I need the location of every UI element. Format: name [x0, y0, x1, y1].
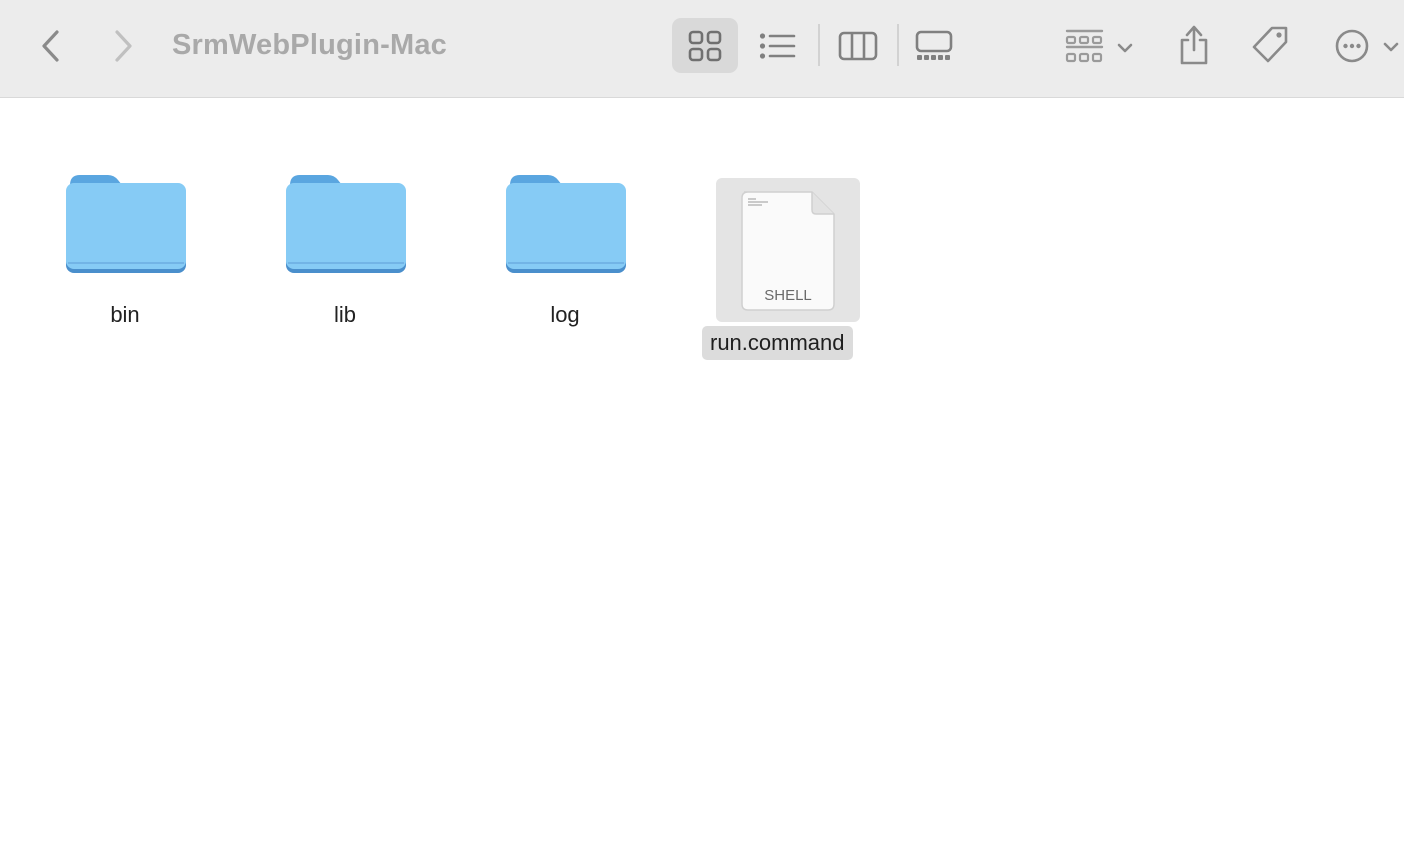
group-grid-icon — [1065, 29, 1133, 63]
chevron-down-icon — [1117, 43, 1133, 53]
window-title: SrmWebPlugin-Mac — [172, 29, 447, 61]
columns-icon — [838, 31, 878, 61]
item-label: run.command — [702, 326, 853, 360]
forward-button[interactable] — [102, 26, 144, 66]
item-label: bin — [110, 302, 140, 327]
gallery-view-button[interactable] — [910, 22, 958, 70]
item-label: lib — [333, 302, 356, 327]
item-label: log — [550, 302, 580, 327]
list-view-button[interactable] — [752, 22, 804, 70]
chevron-left-icon — [42, 30, 59, 62]
list-icon — [759, 33, 796, 59]
chevron-down-icon — [1383, 42, 1399, 52]
tag-button[interactable] — [1246, 20, 1294, 70]
more-actions-button[interactable] — [1330, 22, 1402, 70]
grid-icon — [688, 30, 722, 61]
chevron-right-icon — [115, 30, 132, 62]
share-icon — [1180, 25, 1208, 65]
icon-view-button[interactable] — [672, 18, 738, 73]
folder-item-bin[interactable]: bin — [30, 170, 220, 340]
share-button[interactable] — [1170, 20, 1218, 70]
folder-icon — [506, 175, 626, 273]
gallery-icon — [915, 30, 953, 60]
back-button[interactable] — [30, 26, 72, 66]
ellipsis-circle-icon — [1335, 29, 1399, 63]
selection-highlight: SHELL — [716, 178, 860, 322]
file-type-badge: SHELL — [764, 287, 812, 304]
group-by-button[interactable] — [1062, 22, 1138, 70]
folder-icon — [66, 175, 186, 273]
toolbar-separator — [897, 24, 899, 66]
shell-document-icon: SHELL — [741, 191, 835, 311]
tag-icon — [1252, 26, 1288, 63]
folder-item-log[interactable]: log — [470, 170, 660, 340]
finder-toolbar: SrmWebPlugin-Mac — [0, 0, 1404, 98]
folder-item-lib[interactable]: lib — [250, 170, 440, 340]
folder-icon — [286, 175, 406, 273]
column-view-button[interactable] — [832, 22, 884, 70]
toolbar-separator — [818, 24, 820, 66]
